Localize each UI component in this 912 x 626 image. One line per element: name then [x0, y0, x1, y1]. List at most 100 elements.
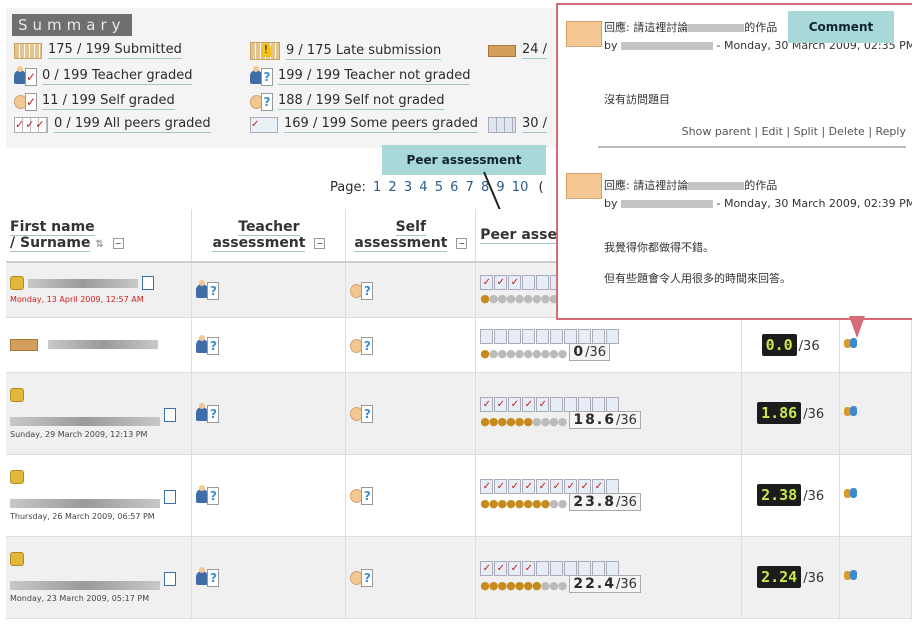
- peer-grid: ● ● ● ● ● ● ● ● ● ● 0/36: [480, 328, 620, 361]
- lock-icon: [10, 470, 24, 484]
- summary-some-peers: ✓ 169 / 199 Some peers graded: [250, 116, 478, 133]
- teacher-assess-icon[interactable]: ?: [196, 485, 220, 505]
- student-name[interactable]: [10, 499, 160, 508]
- document-icon[interactable]: [142, 276, 154, 291]
- post2-message-2: 但有些題會令人用很多的時間來回答。: [604, 272, 791, 285]
- self-assess-icon[interactable]: ?: [350, 335, 374, 355]
- teacher-cell: ?: [191, 536, 347, 619]
- page-link-5[interactable]: 5: [435, 180, 443, 195]
- header-name[interactable]: First name / Surname ⇅ −: [6, 209, 193, 263]
- summary-teacher-not-graded: ? 199 / 199 Teacher not graded: [250, 66, 471, 86]
- submitted-icon: [14, 42, 42, 59]
- table-row: ?? ● ● ● ● ● ● ● ● ● ● 0/36 0.0/36: [6, 317, 912, 373]
- final-grade: 2.38: [757, 484, 802, 506]
- page-link-9[interactable]: 9: [496, 180, 504, 195]
- comment-popup: 回應: 請這裡討論 的作品 by - Monday, 30 March 2009,…: [556, 3, 912, 320]
- avatar: [566, 173, 602, 199]
- peer-cell: ✓ ✓ ✓ ✓ ● ● ● ● ● ● ● ● ● ● 22.4/36: [475, 536, 743, 619]
- group-icon[interactable]: [844, 568, 858, 582]
- page-link-7[interactable]: 7: [466, 180, 474, 195]
- self-cell: ?: [345, 372, 477, 455]
- teacher-cell: ?: [191, 317, 347, 373]
- table-row: Sunday, 29 March 2009, 12:13 PM?? ✓ ✓ ✓ ✓ ✓ ● ●…: [6, 372, 912, 455]
- submission-date: Thursday, 26 March 2009, 06:57 PM: [10, 512, 155, 521]
- submission-date: Monday, 13 April 2009, 12:57 AM: [10, 295, 144, 305]
- peer-score: 0/36: [569, 342, 611, 361]
- peer-score: 22.4/36: [569, 575, 641, 593]
- post2-title: 回應: 請這裡討論 的作品: [604, 179, 778, 192]
- group-cell: [839, 454, 912, 537]
- student-name[interactable]: [10, 417, 160, 426]
- header-teacher[interactable]: Teacher assessment −: [191, 209, 347, 263]
- self-cell: ?: [345, 317, 477, 373]
- comment-popup-tail: [849, 316, 865, 338]
- avatar: [566, 21, 602, 47]
- name-cell: Sunday, 29 March 2009, 12:13 PM: [6, 372, 193, 455]
- document-icon[interactable]: [164, 489, 176, 504]
- self-not-graded-icon: ?: [250, 91, 273, 111]
- page-link-10[interactable]: 10: [512, 180, 529, 195]
- pagination: Page: 1 2 3 4 5 6 7 8 9 10 (: [330, 180, 544, 195]
- teacher-not-graded-icon: ?: [250, 66, 273, 86]
- group-icon[interactable]: [844, 486, 858, 500]
- summary-all-peers: ✓✓✓ 0 / 199 All peers graded: [14, 116, 211, 133]
- lock-icon: [10, 276, 24, 291]
- group-cell: [839, 536, 912, 619]
- final-grade: 0.0: [761, 333, 797, 356]
- self-assess-icon[interactable]: ?: [350, 567, 374, 587]
- page-link-6[interactable]: 6: [450, 180, 458, 195]
- summary-envelope: 24 /: [488, 42, 548, 59]
- page-link-2[interactable]: 2: [388, 180, 396, 195]
- peer-cell: ✓ ✓ ✓ ✓ ✓ ✓ ✓ ✓ ✓ ● ● ● ● ● ● ● ● ● ● 23.8/36: [475, 454, 743, 537]
- group-icon[interactable]: [844, 404, 858, 418]
- document-icon[interactable]: [164, 571, 176, 586]
- submission-date: Monday, 23 March 2009, 05:17 PM: [10, 594, 150, 603]
- student-name[interactable]: [48, 340, 158, 349]
- teacher-assess-icon[interactable]: ?: [196, 403, 220, 423]
- self-assess-icon[interactable]: ?: [350, 485, 374, 505]
- summary-panel: Summary 175 / 199 Submitted 9 / 175 Late…: [6, 8, 612, 148]
- collapse-column-icon[interactable]: −: [456, 237, 468, 249]
- document-icon[interactable]: [164, 407, 176, 422]
- header-self[interactable]: Self assessment −: [345, 209, 477, 263]
- teacher-graded-icon: ✓: [14, 66, 37, 86]
- pagination-suffix: (: [538, 180, 544, 195]
- page-link-1[interactable]: 1: [373, 180, 381, 195]
- post2-byline: by - Monday, 30 March 2009, 02:39 PM: [604, 197, 912, 210]
- name-cell: Thursday, 26 March 2009, 06:57 PM: [6, 454, 193, 537]
- summary-late: 9 / 175 Late submission: [250, 42, 442, 60]
- peer-score: 23.8/36: [569, 493, 641, 511]
- summary-self-not-graded: ? 188 / 199 Self not graded: [250, 91, 445, 111]
- page-link-8[interactable]: 8: [481, 180, 489, 195]
- teacher-cell: ?: [191, 372, 347, 455]
- teacher-assess-icon[interactable]: ?: [196, 334, 220, 355]
- teacher-cell: ?: [191, 454, 347, 537]
- collapse-column-icon[interactable]: −: [112, 237, 124, 249]
- page-link-3[interactable]: 3: [404, 180, 412, 195]
- student-name[interactable]: [10, 581, 160, 590]
- collapse-column-icon[interactable]: −: [314, 237, 326, 249]
- summary-teacher-graded: ✓ 0 / 199 Teacher graded: [14, 66, 193, 86]
- teacher-cell: ?: [191, 262, 347, 318]
- student-name[interactable]: [28, 278, 138, 288]
- name-cell: Monday, 23 March 2009, 05:17 PM: [6, 536, 193, 619]
- peer-score: 18.6/36: [569, 411, 641, 429]
- page-link-4[interactable]: 4: [419, 180, 427, 195]
- teacher-assess-icon[interactable]: ?: [196, 279, 220, 300]
- peer-grid: ✓ ✓ ✓ ✓ ✓ ● ● ● ● ● ● ● ● ● ● 18.6/36: [480, 397, 641, 429]
- sort-icon[interactable]: ⇅: [95, 239, 103, 250]
- summary-no-peers: 30 /: [488, 116, 548, 133]
- teacher-assess-icon[interactable]: ?: [196, 567, 220, 587]
- comment-callout: Comment: [788, 11, 894, 43]
- name-cell: Monday, 13 April 2009, 12:57 AM: [6, 262, 193, 318]
- self-assess-icon[interactable]: ?: [350, 403, 374, 423]
- peer-grid: ✓ ✓ ✓ ✓ ✓ ✓ ✓ ✓ ✓ ● ● ● ● ● ● ● ● ● ● 23.8/36: [480, 479, 641, 511]
- self-assess-icon[interactable]: ?: [350, 280, 374, 300]
- late-submission-icon: [250, 42, 280, 60]
- name-cell: [6, 317, 193, 373]
- lock-icon: [10, 388, 24, 402]
- summary-submitted: 175 / 199 Submitted: [14, 42, 182, 59]
- post2-message-1: 我覺得你都做得不錯。: [604, 241, 714, 254]
- submission-date: Sunday, 29 March 2009, 12:13 PM: [10, 430, 148, 439]
- post1-actions[interactable]: Show parent | Edit | Split | Delete | Re…: [558, 125, 906, 138]
